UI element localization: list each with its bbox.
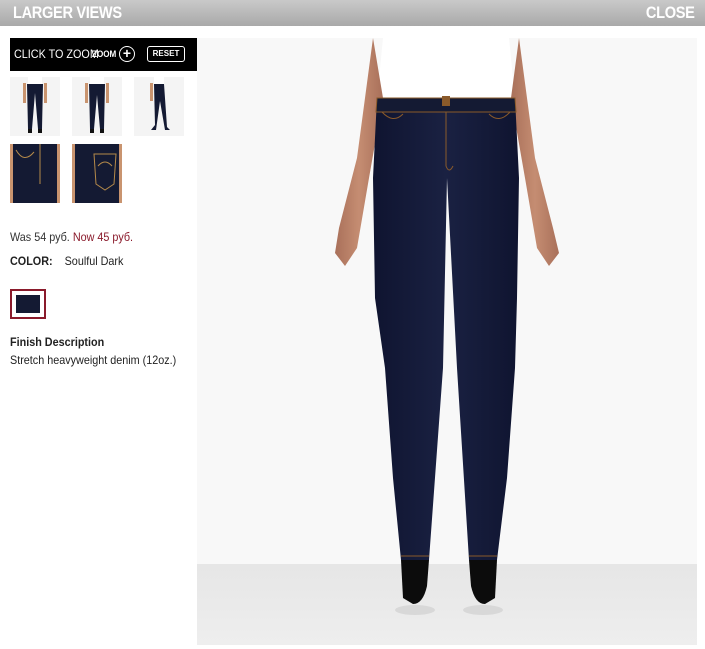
finish-title: Finish Description bbox=[10, 335, 105, 349]
jeans-model-image bbox=[197, 38, 697, 645]
color-info: COLOR: Soulful Dark bbox=[10, 254, 123, 268]
thumbnail-front[interactable] bbox=[10, 77, 60, 136]
color-value: Soulful Dark bbox=[64, 254, 124, 268]
color-label: COLOR: bbox=[10, 254, 53, 268]
jeans-back-icon bbox=[72, 77, 122, 136]
header-bar: LARGER VIEWS CLOSE bbox=[0, 0, 705, 26]
zoom-label: ZOOM bbox=[92, 49, 117, 59]
price-was: Was 54 руб. bbox=[10, 230, 70, 244]
color-swatch-selected[interactable] bbox=[10, 289, 46, 319]
swatch-fill bbox=[16, 295, 40, 313]
finish-description: Stretch heavyweight denim (12oz.) bbox=[10, 353, 177, 367]
close-button[interactable]: CLOSE bbox=[646, 3, 695, 23]
price-now: Now 45 руб. bbox=[72, 230, 134, 244]
denim-back-pocket-icon bbox=[72, 144, 122, 203]
denim-front-detail-icon bbox=[10, 144, 60, 203]
price-info: Was 54 руб. Now 45 руб. bbox=[10, 230, 133, 244]
jeans-front-icon bbox=[10, 77, 60, 136]
page-title: LARGER VIEWS bbox=[13, 3, 122, 22]
zoom-in-button[interactable]: + bbox=[119, 46, 135, 62]
reset-button[interactable]: RESET bbox=[147, 46, 185, 62]
thumbnail-back[interactable] bbox=[72, 77, 122, 136]
click-to-zoom-label[interactable]: CLICK TO ZOOM bbox=[14, 47, 99, 61]
zoom-toolbar: CLICK TO ZOOM ZOOM + RESET bbox=[10, 38, 197, 71]
thumbnail-side[interactable] bbox=[134, 77, 184, 136]
main-product-image[interactable] bbox=[197, 38, 697, 645]
thumbnail-front-detail[interactable] bbox=[10, 144, 60, 203]
thumbnail-back-pocket[interactable] bbox=[72, 144, 122, 203]
jeans-side-icon bbox=[134, 77, 184, 136]
